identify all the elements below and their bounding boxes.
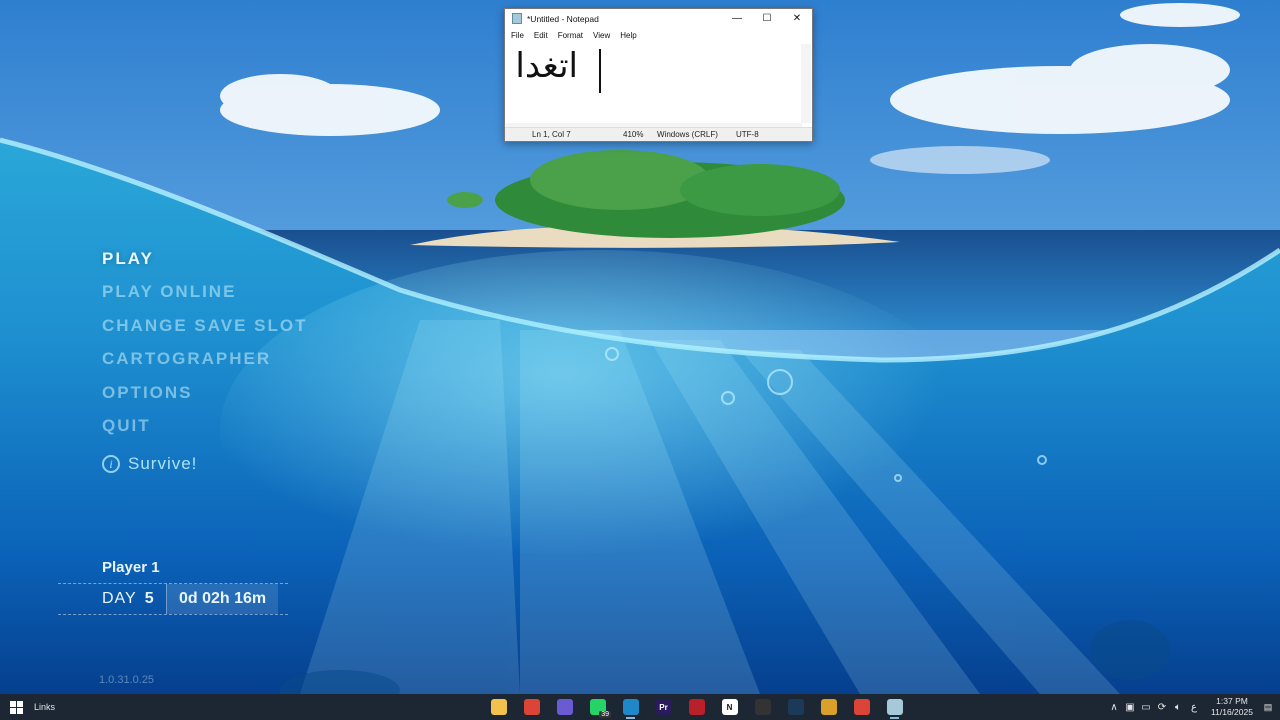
steam-icon — [787, 699, 804, 715]
sync-icon[interactable]: ⟳ — [1154, 702, 1170, 713]
chrome-profile-icon — [853, 699, 870, 715]
notepad-text-area[interactable]: اتغدا — [506, 44, 802, 123]
version-label: 1.0.31.0.25 — [99, 674, 155, 686]
menu-cartographer[interactable]: CARTOGRAPHER — [102, 348, 307, 381]
notepad-menubar: File Edit Format View Help — [505, 28, 812, 43]
system-tray: ∧ ▣ ▭ ⟳ 🔈︎ ع 1:37 PM 11/16/2025 ▤ — [1106, 694, 1280, 720]
chat-app-icon — [556, 699, 573, 715]
chrome-taskbar-button[interactable] — [515, 694, 548, 720]
recorder-icon — [754, 699, 771, 715]
notepad-window: *Untitled - Notepad — ☐ ✕ File Edit Form… — [504, 8, 813, 142]
window-controls: — ☐ ✕ — [722, 9, 812, 28]
chat-bubble-icon — [622, 699, 639, 715]
notion-icon: N — [721, 699, 738, 715]
taskbar: Links 39 Pr N ∧ ▣ ▭ ⟳ 🔈︎ ع 1:37 PM 11/16/2… — [0, 694, 1280, 720]
save-slot-panel[interactable]: Player 1 DAY 5 0d 02h 16m — [58, 558, 288, 615]
links-toolbar[interactable]: Links — [34, 702, 55, 712]
day-value: 5 — [144, 590, 155, 607]
status-zoom: 410% — [623, 130, 644, 139]
volume-icon[interactable]: 🔈︎ — [1170, 702, 1186, 713]
menu-help[interactable]: Help — [620, 31, 636, 40]
menu-play[interactable]: PLAY — [102, 248, 307, 281]
status-line-ending: Windows (CRLF) — [657, 130, 718, 139]
menu-change-save-slot[interactable]: CHANGE SAVE SLOT — [102, 315, 307, 348]
vertical-scrollbar[interactable] — [801, 44, 811, 123]
minimize-button[interactable]: — — [722, 9, 752, 28]
day-counter: DAY 5 — [58, 590, 166, 608]
notepad-statusbar: Ln 1, Col 7 410% Windows (CRLF) UTF-8 — [505, 127, 812, 141]
notepad-taskbar-button[interactable] — [878, 694, 911, 720]
pinned-apps: 39 Pr N — [482, 694, 911, 720]
clock[interactable]: 1:37 PM 11/16/2025 — [1208, 696, 1256, 718]
status-encoding: UTF-8 — [736, 130, 759, 139]
player-name: Player 1 — [102, 559, 160, 576]
save-slot-row: DAY 5 0d 02h 16m — [58, 583, 288, 615]
menu-format[interactable]: Format — [558, 31, 583, 40]
text-caret — [599, 49, 601, 93]
game-launcher-icon — [820, 699, 837, 715]
playtime: 0d 02h 16m — [166, 584, 279, 614]
chat-app-taskbar-button[interactable] — [548, 694, 581, 720]
main-menu: PLAY PLAY ONLINE CHANGE SAVE SLOT CARTOG… — [102, 248, 307, 448]
game-mode-label: Survive! — [128, 454, 198, 473]
menu-options[interactable]: OPTIONS — [102, 382, 307, 415]
start-button[interactable] — [0, 694, 32, 720]
clock-time: 1:37 PM — [1216, 696, 1248, 706]
info-icon[interactable]: i — [102, 455, 120, 473]
menu-view[interactable]: View — [593, 31, 610, 40]
notepad-text: اتغدا — [515, 46, 578, 86]
chrome-profile-taskbar-button[interactable] — [845, 694, 878, 720]
recorder-taskbar-button[interactable] — [746, 694, 779, 720]
whatsapp-taskbar-button[interactable]: 39 — [581, 694, 614, 720]
menu-edit[interactable]: Edit — [534, 31, 548, 40]
premiere-icon: Pr — [655, 699, 672, 715]
notepad-app-icon — [512, 13, 522, 24]
notepad-icon — [886, 699, 903, 715]
menu-file[interactable]: File — [511, 31, 524, 40]
chat-bubble-taskbar-button[interactable] — [614, 694, 647, 720]
tray-app-icon[interactable]: ▣ — [1122, 702, 1138, 713]
steam-taskbar-button[interactable] — [779, 694, 812, 720]
notepad-title: *Untitled - Notepad — [527, 13, 599, 24]
voicemeeter-icon — [688, 699, 705, 715]
clock-date: 11/16/2025 — [1211, 707, 1253, 717]
menu-play-online[interactable]: PLAY ONLINE — [102, 281, 307, 314]
game-mode-survive[interactable]: i Survive! — [102, 454, 197, 474]
windows-icon — [9, 700, 23, 714]
input-language-indicator[interactable]: ع — [1186, 702, 1202, 713]
voicemeeter-taskbar-button[interactable] — [680, 694, 713, 720]
maximize-button[interactable]: ☐ — [752, 9, 782, 28]
close-button[interactable]: ✕ — [782, 9, 812, 28]
unread-count-badge: 39 — [599, 711, 611, 718]
notepad-titlebar[interactable]: *Untitled - Notepad — ☐ ✕ — [505, 9, 812, 28]
chrome-icon — [523, 699, 540, 715]
file-explorer-taskbar-button[interactable] — [482, 694, 515, 720]
premiere-taskbar-button[interactable]: Pr — [647, 694, 680, 720]
network-icon[interactable]: ▭ — [1138, 702, 1154, 713]
file-explorer-icon — [490, 699, 507, 715]
notification-center-icon[interactable]: ▤ — [1256, 702, 1280, 713]
status-position: Ln 1, Col 7 — [532, 130, 571, 139]
menu-quit[interactable]: QUIT — [102, 415, 307, 448]
notion-taskbar-button[interactable]: N — [713, 694, 746, 720]
game-launcher-taskbar-button[interactable] — [812, 694, 845, 720]
show-hidden-icons-chevron-icon[interactable]: ∧ — [1106, 702, 1122, 713]
day-label: DAY — [102, 590, 137, 607]
